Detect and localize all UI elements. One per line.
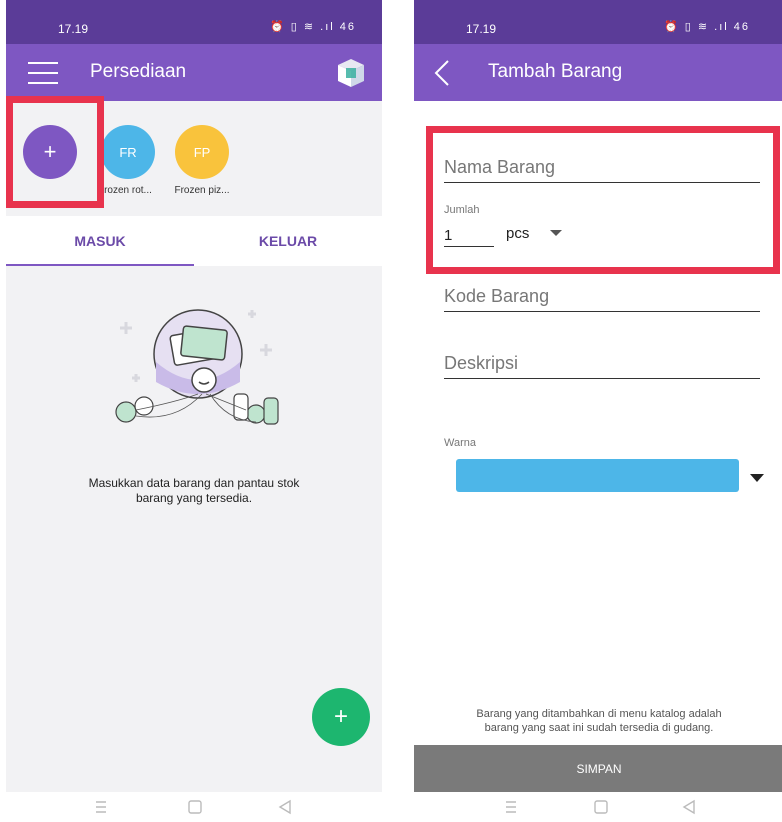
status-time: 17.19	[58, 22, 89, 36]
avatar: FP	[175, 125, 229, 179]
avatar: FR	[101, 125, 155, 179]
save-button[interactable]: SIMPAN	[414, 745, 782, 793]
color-label: Warna	[444, 437, 476, 449]
page-title: Persediaan	[90, 61, 187, 82]
status-bar: 17.19 ⏰ ▯ ≋ .ıl 46	[6, 0, 382, 44]
highlight-box	[6, 96, 104, 208]
system-nav-bar	[6, 792, 382, 822]
back-nav-icon[interactable]	[680, 798, 698, 816]
cube-icon[interactable]	[334, 56, 368, 90]
item-code-placeholder: Kode Barang	[444, 286, 550, 306]
home-icon[interactable]	[592, 798, 610, 816]
inventory-screen: 17.19 ⏰ ▯ ≋ .ıl 46 Persediaan + FR rozen…	[6, 0, 382, 822]
color-dropdown-icon[interactable]	[750, 474, 764, 482]
item-code-field[interactable]: Kode Barang	[444, 286, 760, 312]
add-item-screen: 17.19 ⏰ ▯ ≋ .ıl 46 Tambah Barang Nama Ba…	[414, 0, 782, 822]
add-fab-button[interactable]: +	[312, 688, 370, 746]
menu-icon[interactable]	[28, 62, 58, 84]
status-time: 17.19	[466, 22, 497, 36]
back-arrow-icon[interactable]	[432, 58, 452, 88]
status-bar: 17.19 ⏰ ▯ ≋ .ıl 46	[414, 0, 782, 44]
description-placeholder: Deskripsi	[444, 353, 519, 373]
recent-apps-icon[interactable]	[92, 798, 110, 816]
page-title: Tambah Barang	[488, 61, 623, 82]
highlight-box	[426, 126, 780, 274]
app-bar: Persediaan	[6, 44, 382, 101]
home-icon[interactable]	[186, 798, 204, 816]
system-nav-bar	[414, 792, 782, 822]
status-icons: ⏰ ▯ ≋ .ıl 46	[270, 21, 356, 33]
empty-state: Masukkan data barang dan pantau stok bar…	[6, 266, 382, 796]
stock-item[interactable]: FP Frozen piz...	[165, 125, 239, 196]
status-icons: ⏰ ▯ ≋ .ıl 46	[664, 21, 750, 33]
back-nav-icon[interactable]	[276, 798, 294, 816]
stock-item-label: Frozen piz...	[174, 185, 230, 196]
empty-inventory-illustration-icon	[115, 309, 279, 425]
app-bar: Tambah Barang	[414, 44, 782, 101]
tab-bar: MASUK KELUAR	[6, 216, 382, 266]
empty-state-message: Masukkan data barang dan pantau stok bar…	[88, 476, 300, 505]
tab-masuk[interactable]: MASUK	[6, 216, 194, 266]
recent-apps-icon[interactable]	[502, 798, 520, 816]
color-select[interactable]	[456, 459, 739, 492]
info-note: Barang yang ditambahkan di menu katalog …	[476, 708, 722, 734]
description-field[interactable]: Deskripsi	[444, 353, 760, 379]
tab-keluar[interactable]: KELUAR	[194, 216, 382, 266]
